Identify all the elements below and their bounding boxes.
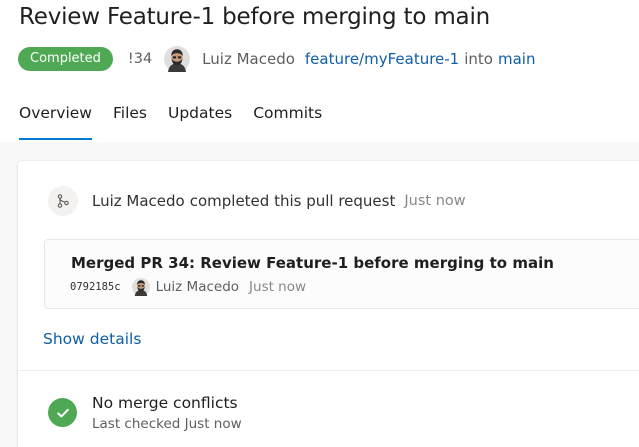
- commit-time: Just now: [249, 279, 307, 295]
- pr-title: Review Feature-1 before merging to main: [19, 4, 491, 30]
- activity-action: completed this pull request: [189, 192, 396, 210]
- activity-time: Just now: [404, 193, 466, 209]
- target-branch-link[interactable]: main: [498, 50, 535, 68]
- activity-author[interactable]: Luiz Macedo: [92, 192, 185, 210]
- pr-tabs: Overview Files Updates Commits: [19, 102, 343, 142]
- merge-status-title: No merge conflicts: [92, 394, 238, 412]
- author-name[interactable]: Luiz Macedo: [202, 50, 295, 68]
- pr-meta-row: Completed !34 Luiz Macedo feature/myFeat…: [18, 45, 535, 73]
- merge-commit-box: [44, 239, 639, 309]
- show-details-link[interactable]: Show details: [43, 330, 141, 348]
- commit-author-avatar: [131, 278, 150, 296]
- tab-updates[interactable]: Updates: [168, 102, 232, 140]
- tab-overview[interactable]: Overview: [19, 102, 92, 140]
- tab-commits[interactable]: Commits: [253, 102, 322, 140]
- section-divider: [18, 370, 639, 371]
- activity-item: Luiz Macedo completed this pull request …: [48, 186, 466, 216]
- merge-branch-icon: [48, 186, 78, 216]
- merge-status-subtitle: Last checked Just now: [92, 416, 242, 432]
- commit-author: Luiz Macedo: [155, 279, 240, 295]
- checkmark-icon: [48, 398, 77, 427]
- commit-meta: 0792185c Luiz Macedo Just now: [70, 277, 306, 297]
- commit-message[interactable]: Merged PR 34: Review Feature-1 before me…: [71, 254, 554, 272]
- pr-id: !34: [127, 51, 153, 67]
- author-avatar[interactable]: [164, 46, 191, 72]
- tab-files[interactable]: Files: [113, 102, 147, 140]
- into-label: into: [464, 50, 493, 68]
- source-branch-link[interactable]: feature/myFeature-1: [305, 50, 459, 68]
- pull-request-page: Review Feature-1 before merging to main …: [0, 0, 639, 447]
- status-badge: Completed: [18, 47, 113, 71]
- commit-hash-link[interactable]: 0792185c: [70, 281, 121, 293]
